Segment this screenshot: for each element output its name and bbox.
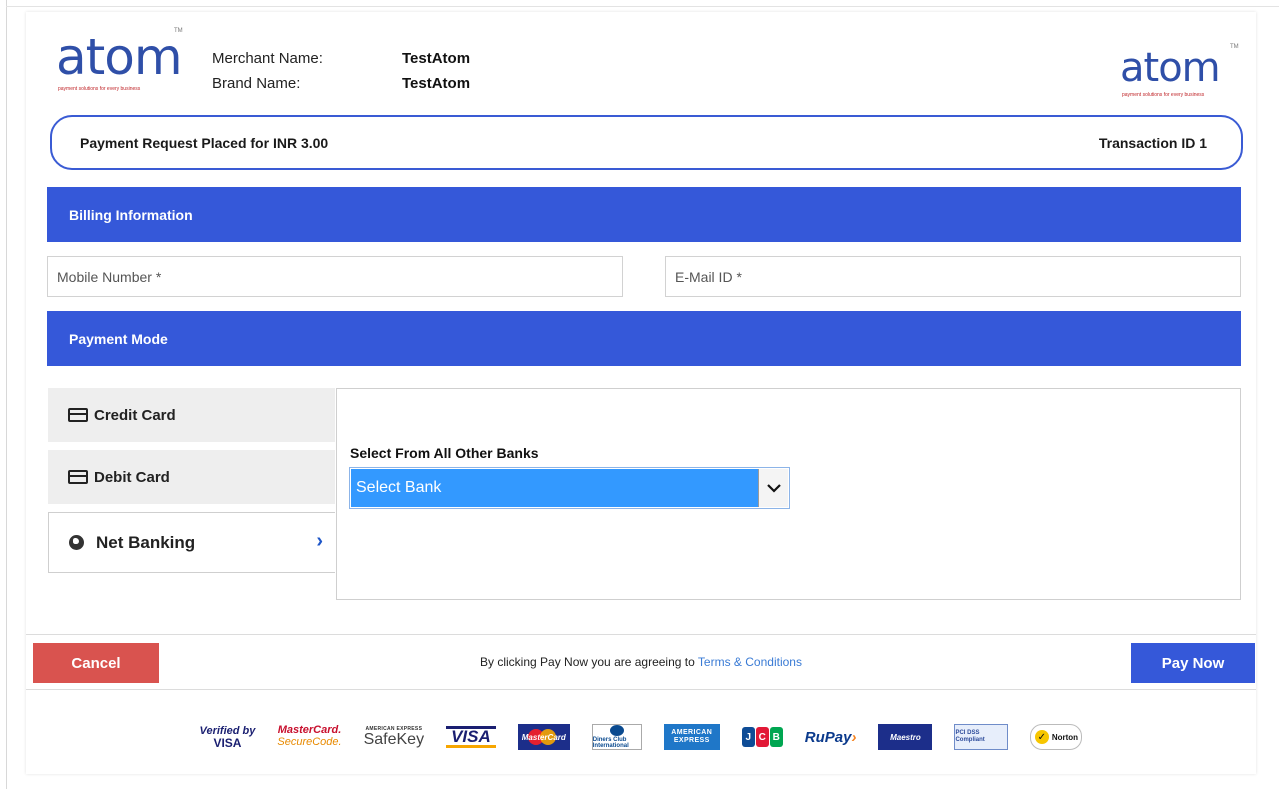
window-frame-left (6, 0, 7, 789)
rupay-text: RuPay (804, 728, 852, 746)
checkmark-icon: ✓ (1034, 730, 1049, 744)
payment-page: atom TM payment solutions for every busi… (26, 12, 1256, 774)
jcb-b: B (769, 727, 783, 747)
bank-select-value-box[interactable]: Select Bank (351, 469, 788, 507)
norton-text: Norton (1051, 732, 1079, 742)
merchant-name-label: Merchant Name: (212, 50, 323, 67)
logo-trademark-right: TM (1230, 44, 1239, 50)
rupay-mark-icon: › (851, 728, 857, 746)
terms-link[interactable]: Terms & Conditions (698, 655, 802, 669)
email-input[interactable] (665, 256, 1241, 297)
payment-request-text: Payment Request Placed for INR 3.00 (80, 134, 329, 151)
terms-notice-text: By clicking Pay Now you are agreeing to (480, 655, 698, 669)
chevron-right-icon: › (316, 530, 323, 552)
mastercard-securecode-logo: MasterCard. SecureCode. (277, 722, 341, 752)
trust-logos: Verified by VISA MasterCard. SecureCode.… (26, 722, 1256, 752)
atom-logo-left: atom TM payment solutions for every busi… (54, 26, 204, 94)
logo-wordmark-right: atom (1120, 45, 1221, 91)
billing-information-header: Billing Information (47, 187, 1241, 242)
tab-debit-card[interactable]: Debit Card (48, 450, 335, 504)
logo-wordmark: atom (56, 28, 183, 86)
bank-select-dropdown[interactable]: Select Bank (349, 467, 790, 509)
globe-icon (69, 535, 84, 550)
tab-credit-card[interactable]: Credit Card (48, 388, 335, 442)
pci-dss-logo: PCI DSS Compliant (954, 724, 1009, 750)
mastercard-text: MasterCard (521, 732, 566, 742)
jcb-logo: J C B (741, 722, 783, 752)
amex-bottom: EXPRESS (673, 737, 710, 744)
jcb-j: J (741, 727, 755, 747)
verified-by-visa-bottom: VISA (213, 735, 242, 750)
mastercard-securecode-bottom: SecureCode. (277, 736, 342, 748)
tab-debit-card-label: Debit Card (94, 468, 170, 486)
logo-tagline-right: payment solutions for every business (1122, 92, 1205, 98)
bank-select-value: Select Bank (356, 479, 442, 496)
jcb-c: C (755, 727, 769, 747)
diners-text: Diners Club International (592, 737, 629, 749)
amex-top: AMERICAN (671, 729, 713, 737)
mobile-number-input[interactable] (47, 256, 623, 297)
verified-by-visa-top: Verified by (199, 724, 256, 737)
debit-card-icon (68, 470, 88, 484)
verified-by-visa-logo: Verified by VISA (200, 722, 256, 752)
terms-notice: By clicking Pay Now you are agreeing to … (26, 655, 1256, 669)
chevron-down-icon[interactable] (758, 469, 788, 507)
action-bar: Cancel By clicking Pay Now you are agree… (26, 634, 1256, 690)
payment-summary-bar: Payment Request Placed for INR 3.00 Tran… (50, 115, 1243, 170)
amex-safekey-logo: AMERICAN EXPRESS SafeKey (364, 722, 424, 752)
american-express-logo: AMERICAN EXPRESS (663, 724, 720, 750)
mastercard-logo: MasterCard (517, 724, 570, 750)
credit-card-icon (68, 408, 88, 422)
payment-mode-header: Payment Mode (47, 311, 1241, 366)
bank-select-label: Select From All Other Banks (350, 445, 539, 461)
merchant-info: Merchant Name: TestAtom Brand Name: Test… (212, 46, 470, 96)
logo-tagline: payment solutions for every business (58, 86, 141, 92)
window-frame-top (6, 6, 1279, 7)
net-banking-panel: Select From All Other Banks Select Bank (336, 388, 1241, 600)
pay-now-button[interactable]: Pay Now (1131, 643, 1255, 683)
brand-name-label: Brand Name: (212, 75, 301, 92)
diners-club-logo: Diners Club International (591, 724, 642, 750)
logo-trademark: TM (174, 28, 183, 34)
visa-logo: VISA (446, 726, 496, 748)
safekey-main: SafeKey (363, 730, 425, 748)
tab-net-banking-label: Net Banking (96, 532, 196, 552)
merchant-name-value: TestAtom (402, 50, 471, 67)
maestro-logo: Maestro (878, 724, 933, 750)
transaction-id-text: Transaction ID 1 (1098, 134, 1207, 151)
brand-name-value: TestAtom (402, 75, 471, 92)
rupay-logo: RuPay › (805, 722, 857, 752)
tab-credit-card-label: Credit Card (94, 406, 176, 424)
diners-mark-icon (609, 725, 624, 736)
tab-net-banking[interactable]: Net Banking › (48, 512, 335, 573)
norton-secured-logo: ✓ Norton (1030, 724, 1083, 750)
atom-logo-right: atom TM payment solutions for every busi… (1118, 44, 1246, 110)
brand-row: Brand Name: TestAtom (212, 71, 470, 96)
merchant-row: Merchant Name: TestAtom (212, 46, 470, 71)
